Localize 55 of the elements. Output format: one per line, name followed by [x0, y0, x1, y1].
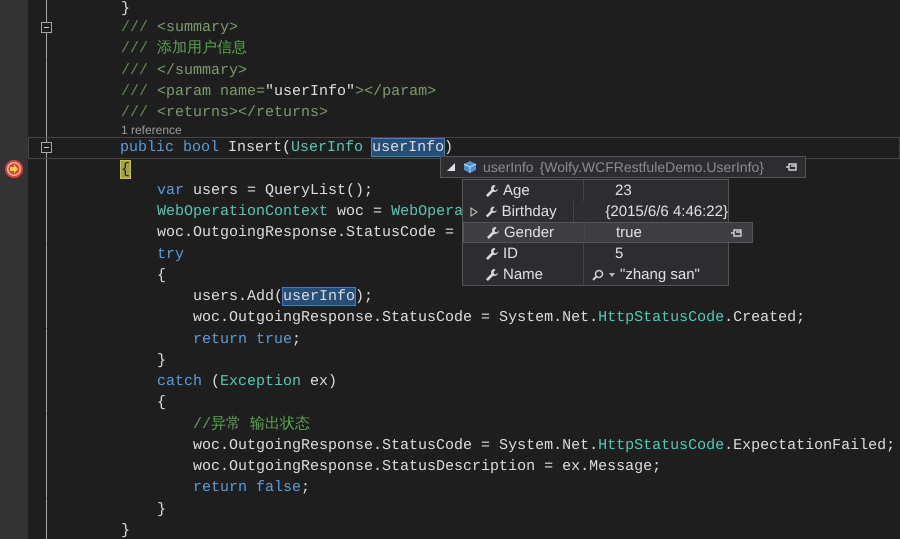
- code-line: }: [121, 0, 130, 17]
- code-line: }: [156, 500, 166, 519]
- expand-arrow-icon[interactable]: [470, 206, 478, 216]
- pin-icon[interactable]: [730, 228, 744, 236]
- caret-icon[interactable]: [609, 272, 615, 276]
- expand-triangle-icon[interactable]: [447, 163, 455, 171]
- member-row[interactable]: Name "zhang san": [463, 264, 728, 285]
- code-line: var users = QueryList();: [156, 180, 374, 200]
- collapse-icon[interactable]: [40, 22, 52, 34]
- collapse-icon[interactable]: [40, 142, 52, 154]
- code-line: woc.OutgoingResponse.StatusCode = System.Net.HttpStatusCode.Created;: [192, 308, 806, 328]
- member-row[interactable]: Gender true: [463, 222, 753, 243]
- code-line: /// <param name="userInfo"></param>: [121, 82, 436, 101]
- code-line: WebOperationContext woc = WebOpera: [156, 202, 464, 222]
- code-line: }: [121, 520, 130, 539]
- magnifier-icon[interactable]: [592, 268, 604, 280]
- member-value: true: [616, 224, 642, 241]
- variable-value: {Wolfy.WCFRestfuleDemo.UserInfo}: [540, 159, 764, 175]
- wrench-icon: [486, 226, 500, 240]
- member-row[interactable]: Age 23: [463, 180, 728, 201]
- member-value: "zhang san": [620, 266, 700, 283]
- member-value: {2015/6/6 4:46:22}: [605, 203, 728, 220]
- member-name: Age: [503, 180, 584, 201]
- member-value: 5: [615, 245, 624, 262]
- code-line: users.Add(userInfo);: [192, 287, 374, 306]
- code-line: woc.OutgoingResponse.StatusCode = System.Net.HttpStatusCode.ExpectationFailed;: [192, 436, 896, 455]
- member-value: 23: [615, 182, 632, 199]
- code-line: /// 添加用户信息: [121, 39, 248, 58]
- code-line: }: [156, 350, 166, 370]
- code-line: woc.OutgoingResponse.StatusCode =: [156, 223, 454, 242]
- member-name: ID: [503, 243, 584, 264]
- code-line: woc.OutgoingResponse.StatusDescription = ex.Message;: [192, 457, 662, 476]
- reference-count-link[interactable]: 1 reference: [121, 122, 182, 138]
- code-line: /// <summary>: [121, 18, 238, 38]
- code-line: //异常 输出状态: [192, 414, 310, 434]
- member-name: Gender: [504, 222, 585, 243]
- code-line: /// </summary>: [121, 60, 248, 80]
- code-line: {: [156, 393, 166, 412]
- code-line: return false;: [192, 478, 310, 498]
- wrench-icon: [485, 246, 499, 260]
- member-name: Name: [503, 264, 584, 285]
- member-row[interactable]: ID 5: [463, 243, 728, 264]
- pin-icon[interactable]: [785, 163, 799, 171]
- wrench-icon: [485, 268, 499, 282]
- code-line: /// <returns></returns>: [121, 103, 328, 122]
- breakpoint-icon[interactable]: [5, 160, 23, 178]
- code-line: {: [156, 266, 166, 285]
- variable-name: userInfo: [483, 159, 534, 175]
- code-line: return true;: [192, 330, 302, 349]
- wrench-icon: [485, 204, 498, 218]
- cube-icon: [463, 160, 477, 174]
- wrench-icon: [485, 184, 499, 198]
- code-line: catch (Exception ex): [156, 372, 338, 392]
- code-line: public bool Insert(UserInfo userInfo): [120, 138, 454, 158]
- code-line: try: [156, 244, 184, 264]
